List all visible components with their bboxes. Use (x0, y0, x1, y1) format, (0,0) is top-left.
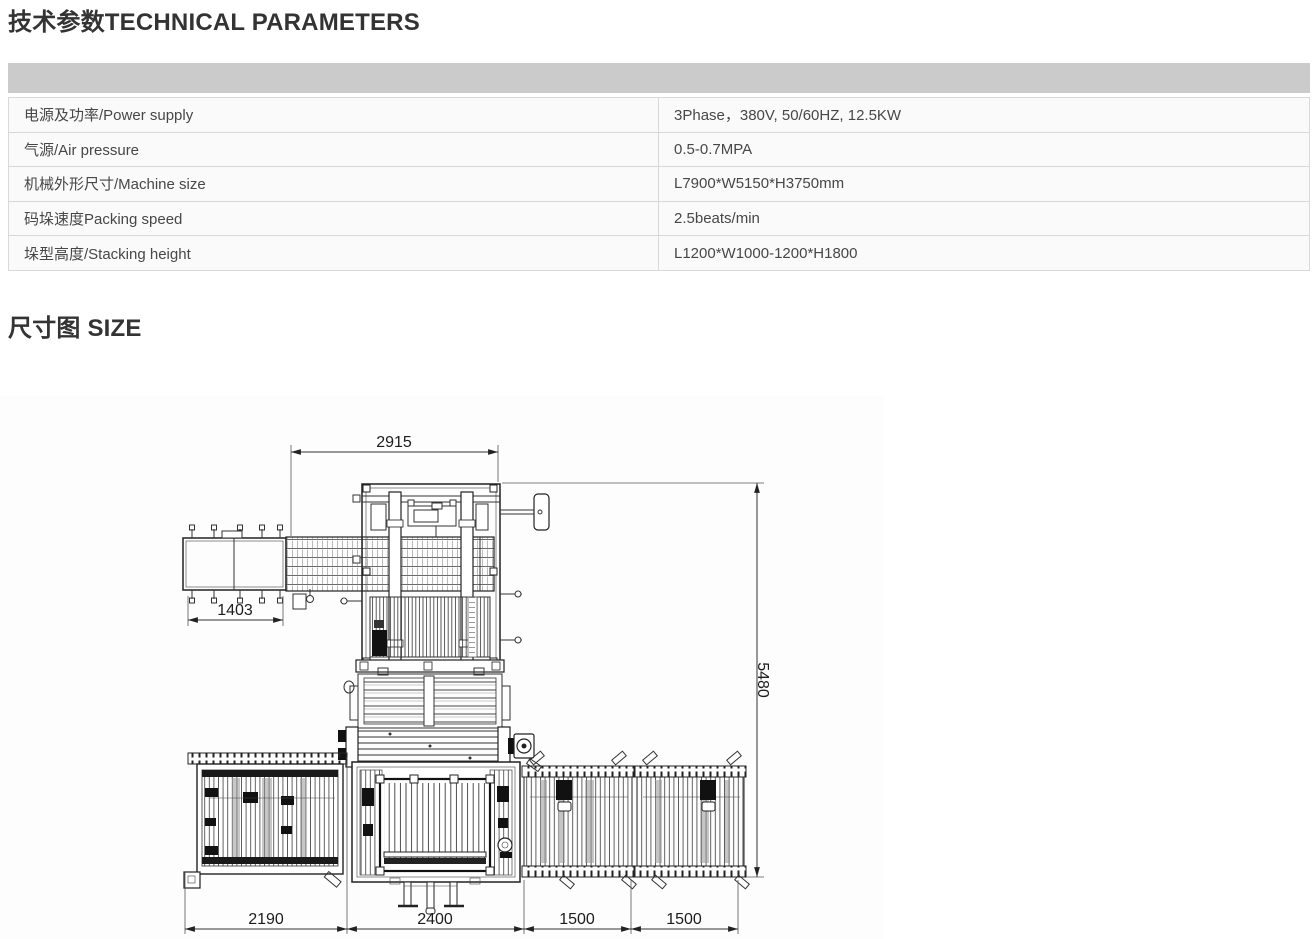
param-value: L7900*W5150*H3750mm (659, 167, 1309, 201)
dim-label: 2400 (417, 911, 453, 928)
table-row: 码垛速度Packing speed 2.5beats/min (8, 202, 1310, 237)
pallet-press-station (352, 762, 520, 914)
table-header-bar (8, 63, 1310, 93)
technical-parameters-title: 技术参数TECHNICAL PARAMETERS (8, 2, 420, 37)
dim-label: 2190 (248, 911, 284, 928)
table-row: 电源及功率/Power supply 3Phase，380V, 50/60HZ,… (8, 98, 1310, 133)
outfeed-conveyor-left (184, 753, 347, 888)
param-value: 3Phase，380V, 50/60HZ, 12.5KW (659, 98, 1309, 132)
dimension-infeed-length: 1403 (188, 596, 283, 626)
outfeed-conveyor-right-1 (522, 751, 636, 889)
hoist-section (338, 668, 541, 771)
dim-label: 5480 (754, 662, 771, 698)
dim-label: 2915 (376, 434, 412, 451)
param-value: L1200*W1000-1200*H1800 (659, 236, 1309, 270)
param-label: 机械外形尺寸/Machine size (9, 167, 659, 201)
technical-parameters-table: 电源及功率/Power supply 3Phase，380V, 50/60HZ,… (8, 97, 1310, 271)
param-label: 气源/Air pressure (9, 133, 659, 167)
param-label: 码垛速度Packing speed (9, 202, 659, 236)
dim-label: 1403 (217, 602, 253, 619)
slat-curtain (370, 597, 490, 657)
table-row: 垛型高度/Stacking height L1200*W1000-1200*H1… (8, 236, 1310, 271)
table-row: 气源/Air pressure 0.5-0.7MPA (8, 133, 1310, 168)
size-section-title: 尺寸图 SIZE (8, 308, 142, 343)
sensor-bracket (293, 589, 314, 609)
param-label: 垛型高度/Stacking height (9, 236, 659, 270)
drive-motor (514, 734, 534, 758)
dimension-drawing: 2915 1403 5480 2190 2400 1500 1500 (0, 396, 884, 939)
param-label: 电源及功率/Power supply (9, 98, 659, 132)
support-legs (390, 878, 480, 914)
machine-top-view-diagram: 2915 1403 5480 2190 2400 1500 1500 (0, 396, 884, 939)
param-value: 2.5beats/min (659, 202, 1309, 236)
outfeed-conveyor-right-2 (635, 751, 749, 889)
side-arm-paddle (500, 494, 549, 530)
dim-label: 1500 (666, 911, 702, 928)
dim-label: 1500 (559, 911, 595, 928)
table-row: 机械外形尺寸/Machine size L7900*W5150*H3750mm (8, 167, 1310, 202)
param-value: 0.5-0.7MPA (659, 133, 1309, 167)
